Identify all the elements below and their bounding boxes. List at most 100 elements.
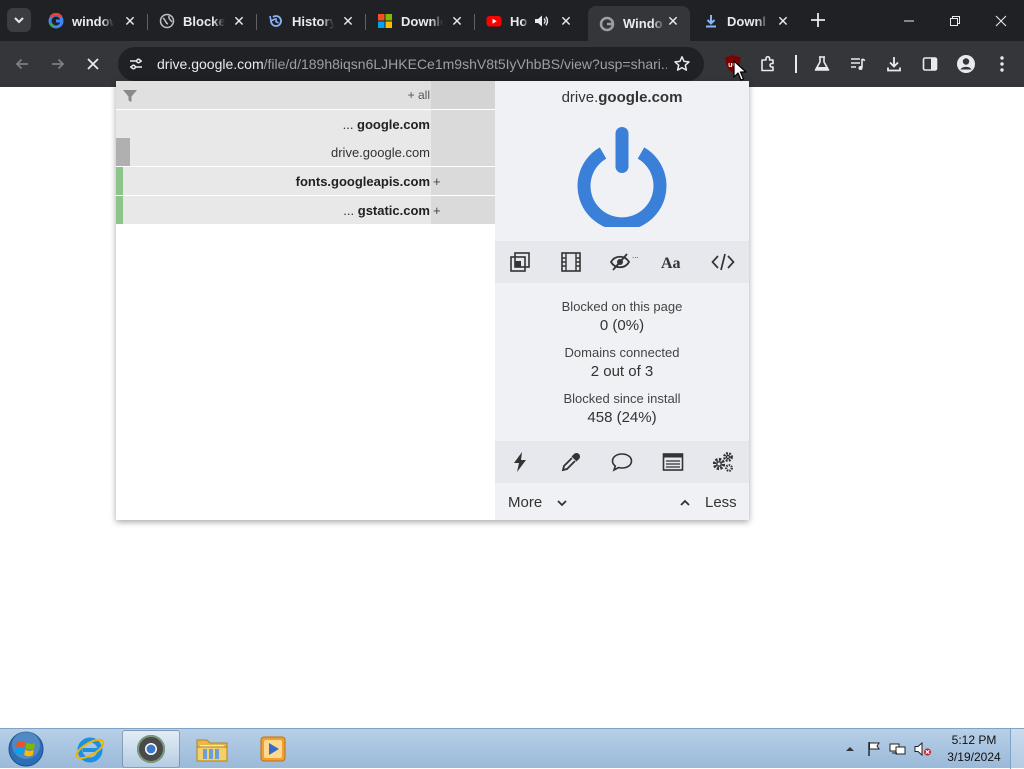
profile-button[interactable] bbox=[951, 49, 981, 79]
taskbar-file-explorer[interactable] bbox=[183, 730, 241, 768]
internet-explorer-icon bbox=[75, 737, 105, 763]
tab-close-icon[interactable]: ✕ bbox=[340, 13, 356, 29]
tab-title: History bbox=[292, 13, 334, 29]
plus-marker: + bbox=[433, 174, 441, 189]
action-center-icon[interactable] bbox=[864, 729, 884, 769]
speech-bubble-icon[interactable] bbox=[609, 450, 635, 474]
tab-close-icon[interactable]: ✕ bbox=[775, 13, 791, 29]
chrome-menu-button[interactable] bbox=[987, 49, 1017, 79]
firewall-domain: ... gstatic.com bbox=[343, 203, 430, 218]
firewall-row[interactable]: drive.google.com bbox=[116, 138, 495, 166]
firewall-row[interactable]: fonts.googleapis.com + bbox=[116, 167, 495, 195]
blocked-install-value: 458 (24%) bbox=[587, 409, 657, 426]
stop-loading-button[interactable] bbox=[78, 49, 108, 79]
tab-search-button[interactable] bbox=[7, 8, 31, 32]
no-remote-fonts-icon[interactable]: Aa bbox=[659, 250, 685, 274]
network-icon[interactable] bbox=[888, 729, 908, 769]
firewall-cell[interactable] bbox=[431, 196, 495, 224]
blocked-page-value: 0 (0%) bbox=[599, 317, 645, 334]
plus-marker: + bbox=[433, 203, 441, 218]
firewall-cell[interactable] bbox=[431, 110, 495, 138]
tab-1[interactable]: window ✕ bbox=[37, 6, 147, 36]
side-panel-icon bbox=[922, 57, 938, 71]
no-popups-icon[interactable] bbox=[507, 250, 533, 274]
tab-4[interactable]: Downlo ✕ bbox=[366, 6, 474, 36]
logger-icon[interactable] bbox=[660, 450, 686, 474]
tab-7[interactable]: Downl ✕ bbox=[692, 6, 800, 36]
taskbar-chrome[interactable] bbox=[122, 730, 180, 768]
eyedropper-icon[interactable] bbox=[558, 450, 584, 474]
chevron-up-icon bbox=[846, 747, 854, 751]
forward-button[interactable] bbox=[43, 49, 73, 79]
minimize-button[interactable] bbox=[886, 0, 932, 41]
google-icon bbox=[48, 13, 64, 29]
no-cosmetic-filtering-icon[interactable]: ... bbox=[609, 250, 641, 274]
taskbar-media-player[interactable] bbox=[244, 730, 302, 768]
firewall-cell[interactable] bbox=[431, 138, 495, 166]
taskbar-internet-explorer[interactable] bbox=[61, 730, 119, 768]
tab-close-icon[interactable]: ✕ bbox=[449, 13, 465, 29]
no-javascript-icon[interactable] bbox=[710, 250, 736, 274]
ublock-popup: + all ... google.com drive.google.com fo… bbox=[116, 81, 749, 520]
tab-5[interactable]: Ho ✕ bbox=[475, 6, 583, 36]
site-info-icon[interactable] bbox=[126, 54, 146, 74]
side-panel-button[interactable] bbox=[915, 49, 945, 79]
labs-button[interactable] bbox=[807, 49, 837, 79]
more-button[interactable]: More bbox=[508, 494, 568, 511]
download-icon bbox=[703, 13, 719, 29]
firewall-row[interactable]: ... google.com bbox=[116, 110, 495, 138]
tab-close-icon[interactable]: ✕ bbox=[665, 13, 681, 29]
firewall-domain: drive.google.com bbox=[331, 145, 430, 160]
microsoft-icon bbox=[377, 13, 393, 29]
show-hidden-icons-button[interactable] bbox=[842, 729, 858, 769]
row-status-bar bbox=[116, 167, 123, 195]
url-text[interactable]: drive.google.com/file/d/189h8iqsn6LJHKEC… bbox=[157, 56, 667, 72]
back-button[interactable] bbox=[7, 49, 37, 79]
clock-date: 3/19/2024 bbox=[947, 750, 1001, 764]
domains-connected-label: Domains connected bbox=[564, 345, 680, 360]
chevron-down-icon bbox=[14, 17, 24, 24]
tab-close-icon[interactable]: ✕ bbox=[122, 13, 138, 29]
restore-button[interactable] bbox=[932, 0, 978, 41]
tab-close-icon[interactable]: ✕ bbox=[231, 13, 247, 29]
tab-6-active[interactable]: Windo ✕ bbox=[588, 6, 690, 41]
gears-icon[interactable] bbox=[710, 450, 736, 474]
svg-text:Aa: Aa bbox=[661, 255, 681, 272]
firewall-row-all[interactable]: + all bbox=[116, 81, 495, 109]
lightning-icon[interactable] bbox=[507, 450, 533, 474]
volume-muted-icon[interactable] bbox=[912, 729, 934, 769]
svg-text:...: ... bbox=[632, 251, 639, 260]
firewall-cell[interactable] bbox=[431, 167, 495, 195]
tab-2[interactable]: Blocked ✕ bbox=[148, 6, 256, 36]
audio-playing-icon[interactable] bbox=[533, 13, 549, 29]
show-desktop-button[interactable] bbox=[1010, 729, 1024, 769]
close-window-button[interactable] bbox=[978, 0, 1024, 41]
row-status-bar bbox=[116, 196, 123, 224]
tab-title: Windo bbox=[623, 16, 663, 31]
less-label: Less bbox=[705, 494, 737, 511]
new-tab-button[interactable] bbox=[806, 8, 830, 32]
firewall-cell[interactable] bbox=[431, 81, 495, 109]
globe-icon bbox=[159, 13, 175, 29]
url-path: /file/d/189h8iqsn6LJHKECe1m9shV8t5IyVhbB… bbox=[263, 56, 667, 72]
downloads-button[interactable] bbox=[879, 49, 909, 79]
playlist-music-icon bbox=[851, 58, 866, 70]
arrow-right-icon bbox=[52, 58, 65, 70]
bookmark-star-icon[interactable] bbox=[672, 54, 692, 74]
address-bar[interactable]: drive.google.com/file/d/189h8iqsn6LJHKEC… bbox=[118, 47, 704, 81]
system-clock[interactable]: 5:12 PM 3/19/2024 bbox=[938, 732, 1010, 766]
more-label: More bbox=[508, 494, 543, 511]
plus-icon bbox=[811, 13, 825, 27]
all-label: + all bbox=[407, 88, 430, 102]
url-host: drive.google.com bbox=[157, 56, 264, 72]
start-button[interactable] bbox=[5, 730, 47, 768]
less-button[interactable]: Less bbox=[679, 494, 737, 511]
extensions-button[interactable] bbox=[753, 49, 783, 79]
filter-icon[interactable] bbox=[122, 88, 138, 104]
no-media-icon[interactable] bbox=[558, 250, 584, 274]
tab-close-icon[interactable]: ✕ bbox=[558, 13, 574, 29]
firewall-row[interactable]: ... gstatic.com + bbox=[116, 196, 495, 224]
media-controls-button[interactable] bbox=[843, 49, 873, 79]
power-switch-icon[interactable] bbox=[575, 127, 669, 227]
tab-3[interactable]: History ✕ bbox=[257, 6, 365, 36]
